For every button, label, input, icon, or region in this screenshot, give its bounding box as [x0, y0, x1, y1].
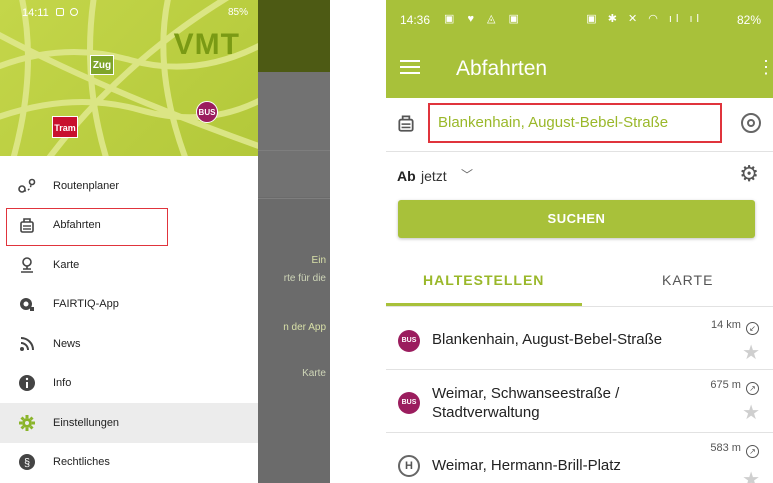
- list-item[interactable]: BUS Blankenhain, August-Bebel-Straße 14 …: [386, 310, 773, 370]
- menu-item-fairtiq[interactable]: FAIRTIQ-App: [0, 285, 258, 325]
- chevron-down-icon[interactable]: ﹀: [461, 166, 473, 183]
- direction-icon: ↗: [746, 445, 759, 458]
- drawer-header-image: 14:11 85% VMT Zug Tram BUS: [0, 0, 258, 156]
- notification-icon: [70, 8, 78, 16]
- gear-icon: [18, 414, 36, 432]
- app-bar: 14:36 ▣ ♥ ◬ ▣ ▣ ✱ ✕ ◠ ıl ıl 82% Abfahrte…: [386, 0, 773, 98]
- menu-label: Routenplaner: [53, 179, 120, 192]
- fairtiq-icon: [18, 295, 36, 313]
- distance: 14 km ↙: [711, 319, 759, 335]
- info-icon: [18, 374, 36, 392]
- bus-icon: BUS: [398, 330, 420, 352]
- navigation-drawer: 14:11 85% VMT Zug Tram BUS Routenplaner: [0, 0, 258, 483]
- tab-bar: HALTESTELLEN KARTE: [386, 256, 773, 306]
- bg-text-1: Ein: [311, 255, 326, 266]
- from-stop-value: Blankenhain, August-Bebel-Straße: [438, 114, 669, 131]
- distance: 675 m ↗: [710, 379, 759, 395]
- distance: 583 m ↗: [710, 442, 759, 458]
- overflow-menu-icon[interactable]: ⋮: [757, 57, 773, 77]
- menu-item-news[interactable]: News: [0, 324, 258, 364]
- tab-karte[interactable]: KARTE: [662, 272, 713, 288]
- direction-icon: ↗: [746, 382, 759, 395]
- page-title: Abfahrten: [456, 57, 548, 80]
- svg-text:§: §: [24, 457, 30, 469]
- rss-icon: [18, 335, 36, 353]
- time-selector[interactable]: jetzt: [421, 168, 447, 184]
- dimmed-background[interactable]: Ein rte für die n der App Karte: [258, 0, 330, 483]
- stop-name: Weimar, Hermann-Brill-Platz: [432, 457, 621, 474]
- list-item[interactable]: H Weimar, Hermann-Brill-Platz 583 m ↗ ★: [386, 433, 773, 483]
- tab-haltestellen[interactable]: HALTESTELLEN: [423, 272, 544, 288]
- menu-item-karte[interactable]: Karte: [0, 245, 258, 285]
- distance-value: 14 km: [710, 319, 741, 331]
- dimmed-header-band: [258, 72, 330, 197]
- divider: [258, 198, 330, 199]
- menu-label: FAIRTIQ-App: [53, 298, 119, 311]
- bus-icon: BUS: [398, 392, 420, 414]
- bg-text-3: n der App: [283, 322, 326, 333]
- dimmed-app-bar: [258, 0, 330, 72]
- stop-name: Blankenhain, August-Bebel-Straße: [432, 331, 663, 348]
- hamburger-menu-icon[interactable]: [400, 60, 420, 76]
- tram-tag: Tram: [52, 116, 78, 138]
- zug-tag: Zug: [90, 55, 114, 75]
- route-icon: [18, 177, 36, 195]
- battery-level: 85%: [227, 7, 248, 18]
- divider: [386, 151, 773, 152]
- status-bar: 14:36 ▣ ♥ ◬ ▣ ▣ ✱ ✕ ◠ ıl ıl 82%: [386, 0, 773, 36]
- vmt-logo: VMT: [173, 28, 240, 61]
- screenshot-composite: Ein rte für die n der App Karte 14:11 85…: [0, 0, 773, 483]
- clock: 14:11: [22, 7, 49, 19]
- drawer-menu: Routenplaner Abfahrten Karte FAIRTIQ-App…: [0, 166, 258, 482]
- menu-item-info[interactable]: Info: [0, 364, 258, 404]
- bus-tag: BUS: [196, 101, 218, 123]
- notification-icon: [56, 8, 64, 16]
- divider: [386, 306, 773, 307]
- menu-label: Abfahrten: [53, 219, 101, 232]
- menu-label: Rechtliches: [53, 456, 110, 469]
- stop-name-line2: Stadtverwaltung: [432, 404, 540, 421]
- time-label: Ab: [397, 168, 416, 184]
- divider: [258, 150, 330, 151]
- favorite-star-icon[interactable]: ★: [742, 340, 760, 365]
- notification-icons: ▣ ♥ ◬ ▣: [444, 13, 524, 25]
- right-phone-screen: 14:36 ▣ ♥ ◬ ▣ ▣ ✱ ✕ ◠ ıl ıl 82% Abfahrte…: [386, 0, 773, 483]
- favorite-star-icon[interactable]: ★: [742, 400, 760, 425]
- bg-text-2: rte für die: [283, 273, 326, 284]
- favorite-star-icon[interactable]: ★: [742, 467, 760, 483]
- clock: 14:36: [400, 13, 431, 27]
- system-icons: ▣ ✱ ✕ ◠ ıl ıl: [586, 13, 703, 25]
- direction-icon: ↙: [746, 322, 759, 335]
- locate-me-icon[interactable]: [741, 113, 761, 133]
- menu-item-rechtliches[interactable]: § Rechtliches: [0, 443, 258, 483]
- search-button[interactable]: SUCHEN: [398, 200, 755, 238]
- from-stop-field[interactable]: Blankenhain, August-Bebel-Straße: [428, 103, 722, 143]
- paragraph-icon: §: [18, 453, 36, 471]
- distance-value: 583 m: [710, 442, 741, 454]
- gear-icon[interactable]: ⚙: [739, 163, 759, 185]
- menu-label: Info: [53, 377, 72, 390]
- menu-label: Einstellungen: [53, 416, 120, 429]
- menu-item-routenplaner[interactable]: Routenplaner: [0, 166, 258, 206]
- departure-board-icon: [18, 216, 36, 234]
- distance-value: 675 m: [710, 379, 741, 391]
- menu-label: News: [53, 337, 81, 350]
- menu-label: Karte: [53, 258, 80, 271]
- departure-board-icon: [396, 113, 416, 133]
- bg-text-4: Karte: [302, 368, 326, 379]
- battery-level: 82%: [736, 13, 761, 27]
- stop-name: Weimar, Schwanseestraße /: [432, 385, 620, 402]
- status-bar: 14:11 85%: [0, 0, 258, 26]
- menu-item-einstellungen[interactable]: Einstellungen: [0, 403, 258, 443]
- stop-h-icon: H: [398, 455, 420, 477]
- map-pin-icon: [18, 256, 36, 274]
- left-phone-screen: Ein rte für die n der App Karte 14:11 85…: [0, 0, 330, 483]
- list-item[interactable]: BUS Weimar, Schwanseestraße / Stadtverwa…: [386, 370, 773, 433]
- stop-list: BUS Blankenhain, August-Bebel-Straße 14 …: [386, 310, 773, 483]
- menu-item-abfahrten[interactable]: Abfahrten: [0, 206, 258, 245]
